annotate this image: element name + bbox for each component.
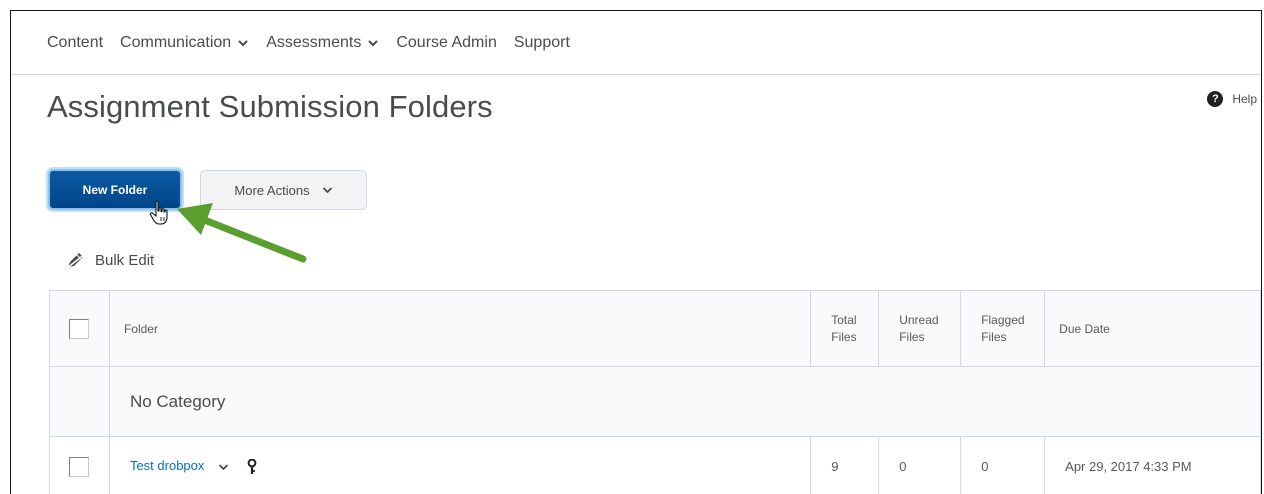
flagged-files-cell: 0 [960, 436, 1046, 494]
column-header-unread-files-line2: Files [899, 329, 925, 344]
folders-table: Folder Total Files Unread Files Flagged … [49, 290, 1261, 494]
page-title: Assignment Submission Folders [47, 89, 493, 124]
nav-assessments[interactable]: Assessments [266, 34, 379, 52]
nav-support-label: Support [513, 33, 570, 51]
help-label: Help [1232, 92, 1257, 106]
column-header-flagged-files-line1: Flagged [981, 312, 1025, 327]
column-header-flagged-files-line2: Files [981, 329, 1007, 344]
select-all-checkbox[interactable] [69, 318, 90, 339]
column-header-unread-files[interactable]: Unread Files [878, 290, 962, 367]
chevron-down-icon [368, 39, 379, 46]
nav-content[interactable]: Content [47, 34, 103, 52]
chevron-down-icon[interactable] [218, 463, 229, 471]
chevron-down-icon [322, 187, 332, 194]
total-files-cell: 9 [810, 436, 880, 494]
folder-cell: Test drobpox [108, 436, 812, 494]
app-frame: Content Communication Assessments Course… [10, 10, 1262, 494]
nav-course-admin[interactable]: Course Admin [396, 34, 497, 52]
table-row: Test drobpox 9 0 0 Apr 29, 2017 4:33 PM [49, 436, 1261, 494]
help-icon: ? [1207, 91, 1224, 107]
category-row: No Category [49, 366, 1261, 437]
nav-content-label: Content [47, 33, 104, 51]
bulk-edit-label: Bulk Edit [95, 251, 155, 269]
select-all-cell [49, 290, 110, 367]
key-icon [247, 458, 257, 474]
chevron-down-icon [238, 39, 248, 46]
help-link[interactable]: ? Help [1207, 91, 1257, 107]
folder-link[interactable]: Test drobpox [130, 458, 204, 473]
nav-communication-label: Communication [120, 33, 232, 51]
category-label: No Category [108, 366, 1261, 437]
column-header-unread-files-line1: Unread [899, 312, 939, 327]
annotation-arrow [177, 203, 307, 263]
course-navbar: Content Communication Assessments Course… [11, 11, 1261, 75]
bulk-edit-button[interactable]: Bulk Edit [65, 251, 154, 269]
unread-files-cell: 0 [878, 436, 962, 494]
column-header-due-date[interactable]: Due Date [1044, 290, 1261, 367]
nav-communication[interactable]: Communication [120, 34, 249, 52]
pencil-edit-icon [66, 253, 86, 269]
nav-support[interactable]: Support [514, 34, 570, 52]
more-actions-label: More Actions [234, 182, 310, 198]
row-select-cell [49, 436, 110, 494]
column-header-total-files-line2: Files [831, 329, 857, 344]
table-header-row: Folder Total Files Unread Files Flagged … [49, 290, 1261, 367]
column-header-folder[interactable]: Folder [108, 290, 812, 367]
column-header-total-files-line1: Total [831, 312, 857, 327]
row-checkbox[interactable] [69, 456, 90, 477]
nav-assessments-label: Assessments [266, 33, 362, 51]
column-header-flagged-files[interactable]: Flagged Files [960, 290, 1046, 367]
due-date-cell: Apr 29, 2017 4:33 PM [1044, 436, 1261, 494]
column-header-total-files[interactable]: Total Files [810, 290, 880, 367]
hand-cursor-icon [149, 200, 168, 225]
nav-course-admin-label: Course Admin [396, 33, 497, 51]
category-spacer-cell [49, 366, 110, 437]
